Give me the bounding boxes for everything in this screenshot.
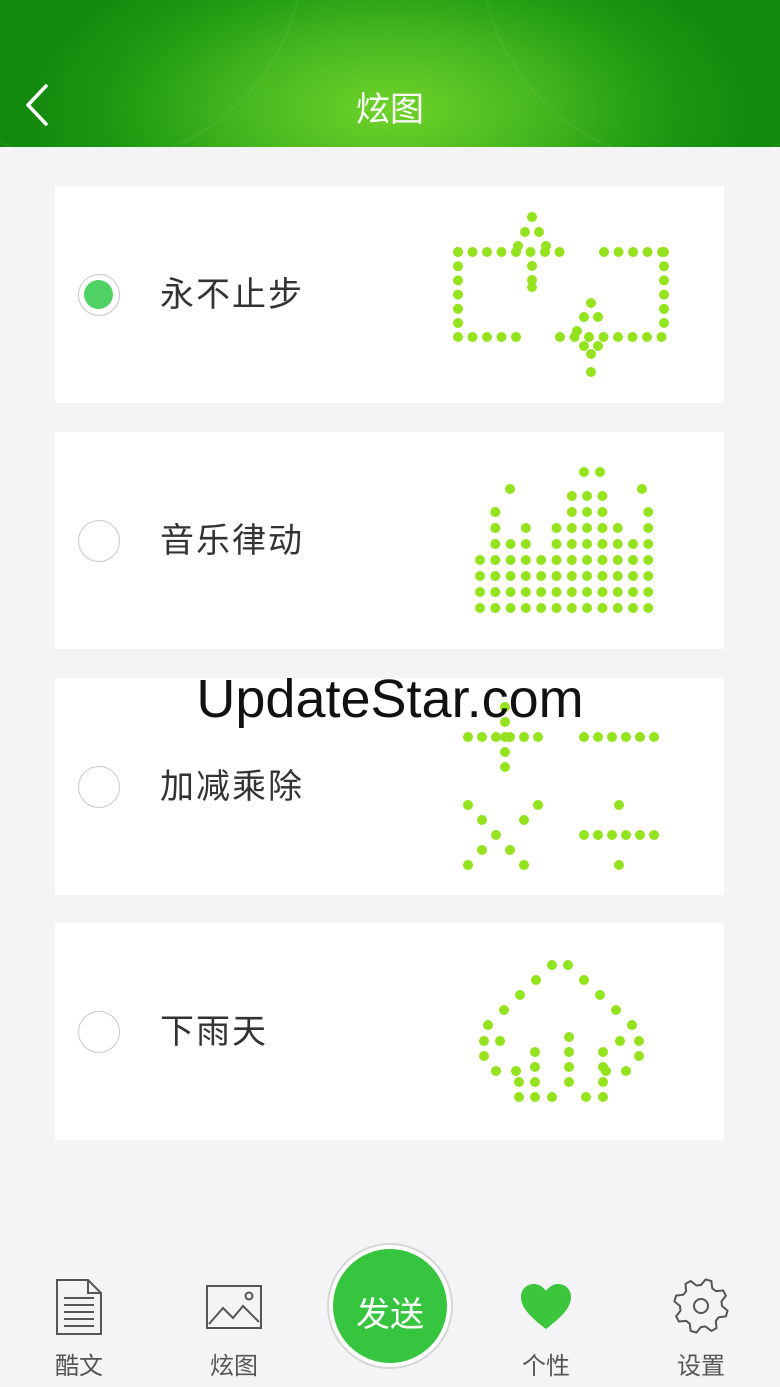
rain-cloud-dot-icon [479, 960, 644, 1102]
watermark-text: UpdateStar.com [196, 669, 584, 729]
document-icon [56, 1279, 102, 1335]
send-button[interactable]: 发送 [329, 1245, 451, 1367]
header-bar: 炫图 [0, 0, 780, 147]
loop-arrows-dot-icon [453, 212, 669, 377]
tab-kuwen[interactable]: 酷文 [19, 1250, 139, 1387]
tab-label: 个性 [522, 1352, 570, 1380]
gear-icon [673, 1278, 729, 1334]
tab-label: 炫图 [210, 1352, 258, 1380]
heart-icon [521, 1284, 571, 1329]
tab-settings[interactable]: 设置 [641, 1250, 761, 1387]
equalizer-dot-icon [475, 467, 654, 613]
tab-label: 酷文 [55, 1352, 103, 1380]
option-card[interactable]: 音乐律动 [55, 432, 724, 649]
option-card[interactable]: 下雨天 [55, 923, 724, 1140]
page-title: 炫图 [356, 90, 424, 130]
option-card[interactable]: 永不止步 [55, 186, 724, 403]
tab-xuantu[interactable]: 炫图 [174, 1250, 294, 1387]
tab-gexing[interactable]: 个性 [486, 1250, 606, 1387]
tab-label: 设置 [677, 1352, 725, 1380]
send-button-label: 发送 [356, 1295, 424, 1335]
image-icon [206, 1285, 262, 1329]
